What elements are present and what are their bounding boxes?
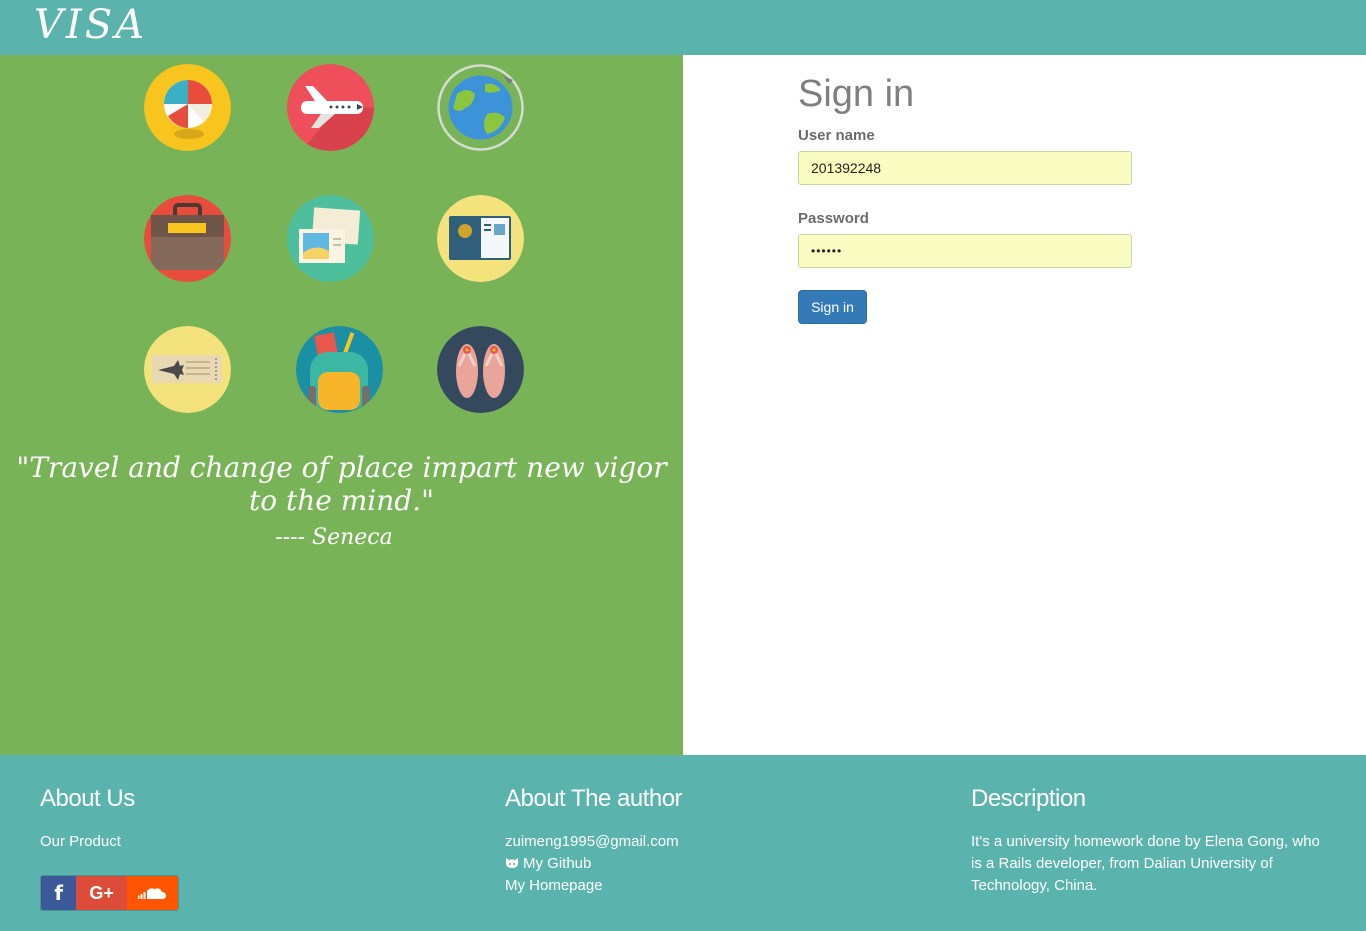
ticket-icon bbox=[144, 326, 231, 413]
google-plus-icon[interactable]: G+ bbox=[76, 876, 127, 910]
flip-flops-icon bbox=[437, 326, 524, 413]
username-label: User name bbox=[798, 127, 875, 144]
postcard-icon bbox=[287, 195, 374, 282]
password-label: Password bbox=[798, 210, 869, 227]
soundcloud-icon[interactable] bbox=[126, 876, 178, 910]
briefcase-icon bbox=[144, 195, 231, 282]
homepage-link[interactable]: My Homepage bbox=[505, 875, 682, 897]
description-line-2: is a Rails developer, from Dalian Univer… bbox=[971, 855, 1273, 872]
footer: About Us Our Product f G+ About The auth… bbox=[0, 755, 1366, 931]
author-email[interactable]: zuimeng1995@gmail.com bbox=[505, 831, 682, 853]
signin-button[interactable]: Sign in bbox=[798, 290, 867, 324]
description-title: Description bbox=[971, 785, 1086, 812]
signin-panel: Sign in User name Password Sign in bbox=[683, 55, 1366, 755]
signin-title: Sign in bbox=[798, 73, 915, 115]
passport-icon bbox=[437, 195, 524, 282]
username-field[interactable] bbox=[798, 151, 1132, 185]
globe-icon bbox=[437, 64, 524, 151]
description-line-1: It's a university homework done by Elena… bbox=[971, 833, 1320, 850]
travel-quote: "Travel and change of place impart new v… bbox=[16, 451, 667, 517]
footer-about-us: About Us Our Product bbox=[40, 785, 135, 853]
github-label: My Github bbox=[523, 855, 592, 872]
hero-panel: "Travel and change of place impart new v… bbox=[0, 55, 683, 755]
brand-logo[interactable]: VISA bbox=[34, 2, 147, 48]
github-icon bbox=[505, 854, 519, 868]
github-link[interactable]: My Github bbox=[505, 853, 682, 875]
about-author-title: About The author bbox=[505, 785, 683, 812]
our-product-link[interactable]: Our Product bbox=[40, 831, 135, 853]
password-field[interactable] bbox=[798, 234, 1132, 268]
social-buttons: f G+ bbox=[40, 875, 179, 911]
footer-about-author: About The author zuimeng1995@gmail.com M… bbox=[505, 785, 683, 897]
description-line-3: Technology, China. bbox=[971, 877, 1098, 894]
beach-ball-icon bbox=[144, 64, 231, 151]
facebook-icon[interactable]: f bbox=[41, 876, 77, 910]
top-header: VISA bbox=[0, 0, 1366, 55]
backpack-icon bbox=[296, 326, 383, 413]
about-us-title: About Us bbox=[40, 785, 135, 812]
airplane-icon bbox=[287, 64, 374, 151]
footer-description: Description It's a university homework d… bbox=[971, 785, 1320, 897]
quote-author: ---- Seneca bbox=[275, 525, 393, 550]
